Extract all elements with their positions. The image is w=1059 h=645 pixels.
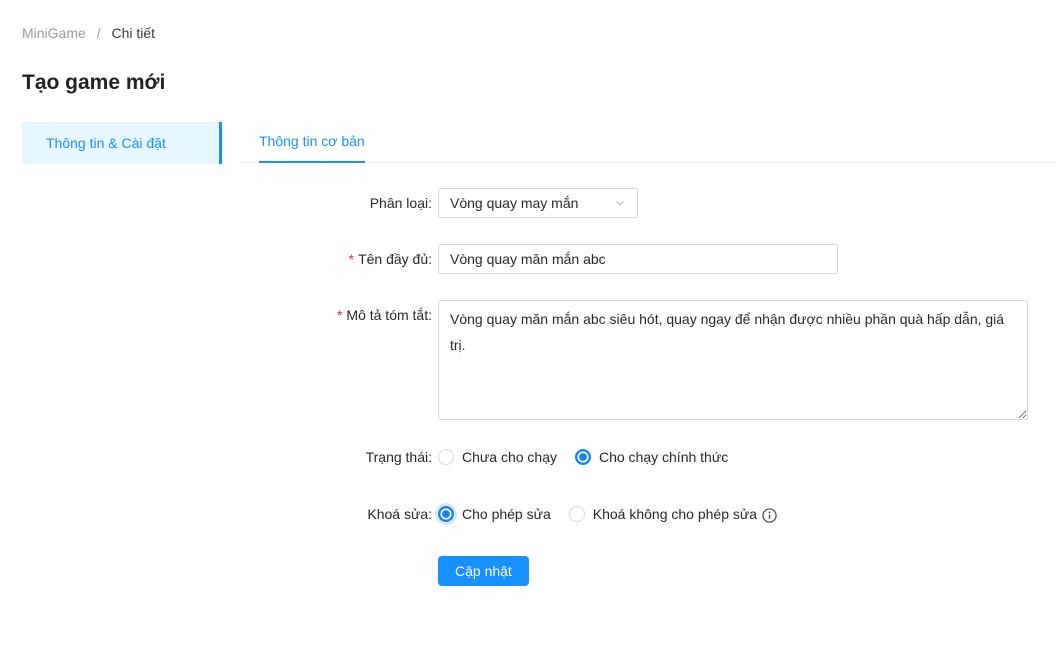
edit-lock-label: Khoá sửa:: [240, 503, 438, 525]
radio-label: Khoá không cho phép sửa: [593, 506, 757, 522]
summary-textarea[interactable]: Vòng quay măn mắn abc siêu hót, quay nga…: [438, 300, 1028, 420]
required-asterisk: *: [349, 251, 354, 267]
main-area: Thông tin & Cài đặt Thông tin cơ bản Phâ…: [0, 122, 1059, 586]
radio-lock-edit[interactable]: Khoá không cho phép sửa: [569, 506, 757, 522]
radio-icon[interactable]: [569, 506, 585, 522]
radio-label: Cho phép sửa: [462, 506, 551, 522]
sidebar-item-label: Thông tin & Cài đặt: [46, 135, 166, 151]
form-row-edit-lock: Khoá sửa: Cho phép sửa Khoá không cho ph…: [240, 503, 1055, 525]
summary-label: *Mô tả tóm tắt:: [240, 300, 438, 330]
update-button[interactable]: Cập nhật: [438, 556, 529, 586]
radio-label: Cho chạy chính thức: [599, 449, 728, 465]
content-panel: Thông tin cơ bản Phân loại: Vòng quay ma…: [240, 122, 1055, 586]
breadcrumb-separator: /: [97, 25, 101, 41]
tab-label: Thông tin cơ bản: [259, 133, 365, 149]
chevron-down-icon: [614, 197, 626, 209]
tab-thong-tin-co-ban[interactable]: Thông tin cơ bản: [259, 122, 365, 163]
category-select-value: Vòng quay may mắn: [450, 195, 578, 211]
game-form: Phân loại: Vòng quay may mắn *Tên đầy đủ…: [240, 188, 1055, 586]
category-label: Phân loại:: [240, 188, 438, 218]
breadcrumb-item-current: Chi tiết: [111, 25, 155, 41]
info-icon[interactable]: [762, 508, 777, 523]
radio-allow-edit[interactable]: Cho phép sửa: [438, 506, 551, 522]
tab-bar: Thông tin cơ bản: [240, 122, 1055, 163]
breadcrumb-item-minigame[interactable]: MiniGame: [22, 25, 86, 41]
side-menu: Thông tin & Cài đặt: [22, 122, 222, 164]
radio-status-not-running[interactable]: Chưa cho chạy: [438, 449, 557, 465]
form-row-full-name: *Tên đầy đủ:: [240, 244, 1055, 274]
radio-status-official[interactable]: Cho chạy chính thức: [575, 449, 728, 465]
radio-checked-icon[interactable]: [438, 506, 454, 522]
radio-label: Chưa cho chạy: [462, 449, 557, 465]
radio-icon[interactable]: [438, 449, 454, 465]
form-row-summary: *Mô tả tóm tắt: Vòng quay măn mắn abc si…: [240, 300, 1055, 420]
full-name-label: *Tên đầy đủ:: [240, 244, 438, 274]
form-row-status: Trạng thái: Chưa cho chạy Cho chạy chính…: [240, 446, 1055, 468]
category-select[interactable]: Vòng quay may mắn: [438, 188, 638, 218]
full-name-input[interactable]: [438, 244, 838, 274]
form-row-submit: Cập nhật: [240, 556, 1055, 586]
required-asterisk: *: [337, 307, 342, 323]
breadcrumb: MiniGame / Chi tiết: [22, 25, 1059, 41]
page-title: Tạo game mới: [22, 71, 1059, 95]
form-row-category: Phân loại: Vòng quay may mắn: [240, 188, 1055, 218]
sidebar-item-thong-tin-cai-dat[interactable]: Thông tin & Cài đặt: [22, 122, 222, 164]
radio-checked-icon[interactable]: [575, 449, 591, 465]
status-label: Trạng thái:: [240, 446, 438, 468]
